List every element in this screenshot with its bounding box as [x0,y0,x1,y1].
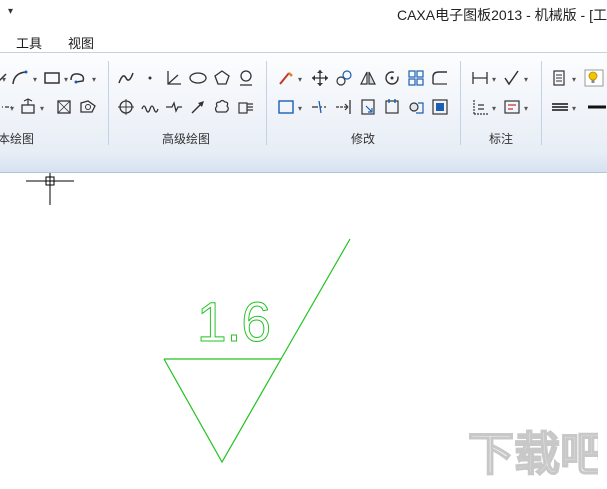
menu-view[interactable]: 视图 [68,33,94,52]
extend-tool-icon[interactable] [334,97,354,117]
format-dropdown-icon[interactable]: ▾ [572,76,578,84]
wave-line-tool-icon[interactable] [140,97,160,117]
roughness-dropdown-icon[interactable]: ▾ [524,76,530,84]
centerline-dropdown-icon[interactable]: ▾ [10,105,16,113]
cloud-line-tool-icon[interactable] [212,97,232,117]
format-painter-icon[interactable] [550,68,570,88]
coordinate-dimension-tool-icon[interactable] [470,97,490,117]
center-mark-tool-icon[interactable] [236,68,256,88]
site-watermark: 下载吧 [467,418,607,486]
move-tool-icon[interactable] [310,68,330,88]
arc-tool-icon[interactable] [10,68,30,88]
watermark-text: 下载吧 [468,427,598,481]
delete-dropdown-icon[interactable]: ▾ [298,76,304,84]
fillet-tool-icon[interactable] [430,68,450,88]
select-dropdown-icon[interactable]: ▾ [298,105,304,113]
menu-bar: 工具 视图 [0,30,607,52]
trim-tool-icon[interactable] [310,97,330,117]
arrow-tool-icon[interactable] [188,97,208,117]
polygon-tool-icon[interactable] [212,68,232,88]
text-tool-icon[interactable] [502,97,522,117]
scale-tool-icon[interactable] [358,97,378,117]
group-separator [541,61,542,145]
explode-tool-icon[interactable] [406,97,426,117]
spline-tool-icon[interactable] [116,68,136,88]
group-label-modify: 修改 [351,132,376,146]
quick-access-dropdown-icon[interactable]: ▾ [8,6,13,17]
array-tool-icon[interactable] [406,68,426,88]
line-type-dropdown-icon[interactable]: ▾ [572,105,578,113]
rotate-tool-icon[interactable] [382,68,402,88]
group-label-basic-drawing: 本绘图 [0,132,35,146]
group-separator [460,61,461,145]
stretch-tool-icon[interactable] [382,97,402,117]
group-label-advanced-drawing: 高级绘图 [162,132,211,146]
coordinate-dropdown-icon[interactable]: ▾ [492,105,498,113]
boundary-tool-icon[interactable] [54,97,74,117]
dimension-dropdown-icon[interactable]: ▾ [492,76,498,84]
angle-line-tool-icon[interactable] [164,68,184,88]
document-tab-bar [0,150,607,173]
roughness-value: 1.6 [197,290,271,353]
line-width-icon[interactable] [586,97,606,117]
ellipse-tool-icon[interactable] [188,68,208,88]
title-bar: ▾ CAXA电子图板2013 - 机械版 - [工 [0,0,607,30]
text-dropdown-icon[interactable]: ▾ [524,105,530,113]
group-separator [108,61,109,145]
crosshair-cursor-icon [26,157,74,205]
layer-bulb-icon[interactable] [584,68,604,88]
polyline-tool-icon[interactable] [68,68,88,88]
group-separator [266,61,267,145]
menu-tools[interactable]: 工具 [16,33,42,52]
group-label-annotation: 标注 [489,132,514,146]
ribbon-toolbar: ▾ ▾ ▾ ▾ ▾ ▾ 本绘图 高级绘图 ▾ ▾ 修改 ▾ ▾ ▾ ▾ 标注 ▾… [0,52,607,151]
break-line-tool-icon[interactable] [164,97,184,117]
roughness-tool-icon[interactable] [502,68,522,88]
hatch-dropdown-icon[interactable]: ▾ [40,105,46,113]
delete-tool-icon[interactable] [276,68,296,88]
line-type-icon[interactable] [550,97,570,117]
region-tool-icon[interactable] [78,97,98,117]
hatch-tool-icon[interactable] [18,97,38,117]
polyline-dropdown-icon[interactable]: ▾ [92,76,98,84]
point-tool-icon[interactable] [140,68,160,88]
select-box-tool-icon[interactable] [276,97,296,117]
copy-tool-icon[interactable] [334,68,354,88]
gear-shape-tool-icon[interactable] [236,97,256,117]
circle-center-tool-icon[interactable] [116,97,136,117]
dimension-tool-icon[interactable] [470,68,490,88]
arc-dropdown-icon[interactable]: ▾ [33,76,39,84]
window-title: CAXA电子图板2013 - 机械版 - [工 [396,7,607,23]
line-dropdown-icon[interactable]: ▾ [2,76,8,84]
rectangle-tool-icon[interactable] [42,68,62,88]
mirror-tool-icon[interactable] [358,68,378,88]
block-tool-icon[interactable] [430,97,450,117]
